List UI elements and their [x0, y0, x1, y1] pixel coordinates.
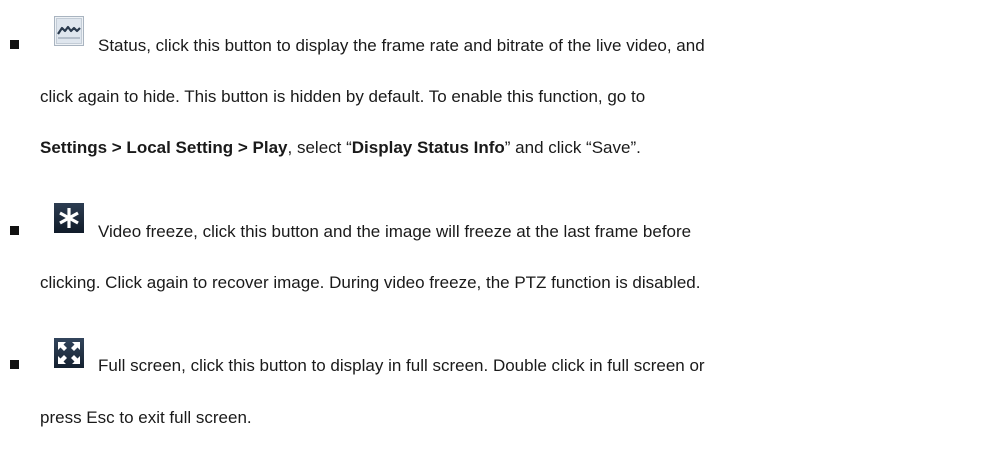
bullet-square — [10, 226, 19, 235]
video-freeze-description-line-1: Video freeze, click this button and the … — [98, 222, 692, 241]
text-fragment: ” and click “Save”. — [504, 138, 641, 157]
bullet-square — [10, 360, 19, 369]
text-fragment: , select “ — [287, 138, 352, 157]
video-freeze-description-line-2: clicking. Click again to recover image. … — [40, 273, 701, 292]
status-description-line-2: click again to hide. This button is hidd… — [40, 87, 646, 106]
full-screen-description-line-1: Full screen, click this button to displa… — [98, 356, 705, 375]
status-waveform-icon — [54, 16, 84, 46]
display-status-info-option: Display Status Info — [351, 138, 505, 157]
full-screen-description-line-2: press Esc to exit full screen. — [40, 408, 252, 427]
status-description-line-1: Status, click this button to display the… — [98, 36, 705, 55]
bullet-square — [10, 40, 19, 49]
video-freeze-asterisk-icon — [54, 203, 84, 233]
status-description-line-3: Settings > Local Setting > Play, select … — [40, 138, 641, 158]
settings-path: Settings > Local Setting > Play — [40, 138, 288, 157]
full-screen-arrows-icon — [54, 338, 84, 368]
